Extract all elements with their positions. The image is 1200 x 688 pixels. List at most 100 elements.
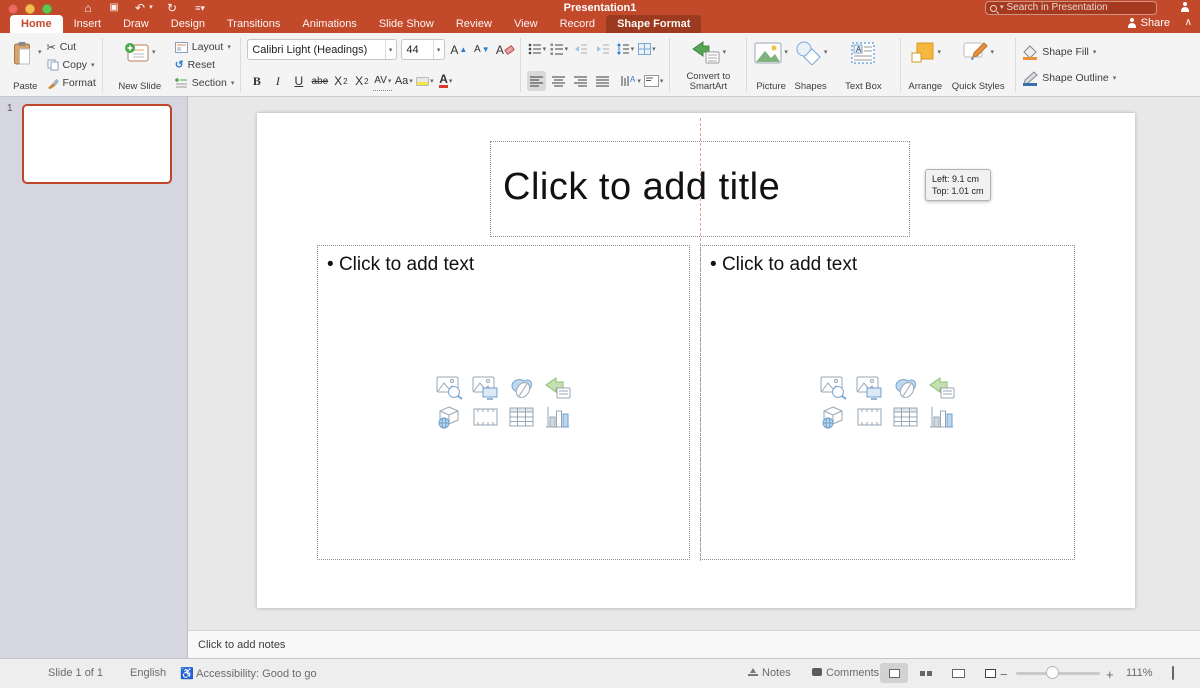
content-placeholder-right[interactable]: • Click to add text — [700, 245, 1075, 560]
bold-button[interactable]: B — [247, 71, 266, 91]
insert-video-icon[interactable] — [856, 405, 883, 429]
tab-insert[interactable]: Insert — [63, 15, 113, 33]
collapse-ribbon-icon[interactable]: ∧ — [1185, 17, 1192, 28]
shapes-button[interactable]: ▾ Shapes — [791, 36, 831, 94]
normal-view-button[interactable] — [880, 663, 908, 683]
tab-record[interactable]: Record — [549, 15, 606, 33]
superscript-button[interactable]: X2 — [331, 71, 350, 91]
columns-button[interactable]: ▾ — [637, 39, 656, 59]
tab-animations[interactable]: Animations — [291, 15, 367, 33]
picture-caret-icon: ▾ — [784, 48, 788, 58]
layout-button[interactable]: Layout▾ — [175, 38, 235, 56]
stock-image-icon[interactable] — [436, 376, 463, 400]
increase-indent-button[interactable] — [593, 39, 612, 59]
align-right-button[interactable] — [571, 71, 590, 91]
picture-from-device-icon[interactable] — [472, 376, 499, 400]
fit-slide-to-window-button[interactable] — [1172, 667, 1174, 679]
numbering-button[interactable]: ▾ — [549, 39, 568, 59]
format-painter-button[interactable]: Format — [47, 74, 96, 92]
zoom-slider-thumb[interactable] — [1046, 666, 1059, 679]
slide-thumbnail-1[interactable] — [22, 104, 172, 184]
section-button[interactable]: Section▾ — [175, 74, 235, 92]
tab-draw[interactable]: Draw — [112, 15, 160, 33]
tab-view[interactable]: View — [503, 15, 549, 33]
tab-design[interactable]: Design — [160, 15, 216, 33]
convert-to-smartart-button[interactable]: ▾ Convert to SmartArt — [674, 36, 742, 94]
tab-transitions[interactable]: Transitions — [216, 15, 291, 33]
copy-button[interactable]: Copy▾ — [47, 56, 96, 74]
zoom-level-label[interactable]: 111% — [1126, 667, 1153, 679]
quick-styles-button[interactable]: ▾ Quick Styles — [945, 36, 1011, 94]
notes-pane[interactable]: Click to add notes — [188, 630, 1200, 658]
picture-button[interactable]: ▾ Picture — [751, 36, 791, 94]
insert-3d-model-icon[interactable] — [820, 405, 847, 429]
reset-button[interactable]: ↺Reset — [175, 56, 235, 74]
character-spacing-button[interactable]: AV▾ — [373, 71, 392, 91]
insert-icons-icon[interactable] — [892, 376, 919, 400]
font-size-select[interactable]: 44▾ — [401, 39, 445, 60]
tab-slide-show[interactable]: Slide Show — [368, 15, 445, 33]
content-placeholder-text: • Click to add text — [701, 246, 1074, 276]
insert-chart-icon[interactable] — [544, 405, 571, 429]
align-right-icon — [574, 76, 587, 87]
shrink-font-button[interactable]: A▼ — [472, 40, 491, 60]
search-icon — [990, 5, 997, 12]
shape-fill-button[interactable]: Shape Fill▾ — [1022, 43, 1116, 61]
underline-button[interactable]: U — [289, 71, 308, 91]
accessibility-status[interactable]: ♿ Accessibility: Good to go — [180, 667, 317, 680]
share-button[interactable]: Share — [1127, 17, 1170, 29]
align-text-button[interactable]: ▾ — [644, 71, 664, 91]
align-center-button[interactable] — [549, 71, 568, 91]
bullets-button[interactable]: ▾ — [527, 39, 546, 59]
align-left-button[interactable] — [527, 71, 546, 91]
clear-formatting-button[interactable]: A — [495, 40, 514, 60]
tab-shape-format[interactable]: Shape Format — [606, 15, 701, 33]
comments-toggle-button[interactable]: Comments — [812, 667, 879, 679]
line-spacing-button[interactable]: ▾ — [615, 39, 634, 59]
insert-3d-model-icon[interactable] — [436, 405, 463, 429]
grow-font-button[interactable]: A▲ — [449, 40, 468, 60]
insert-icons-icon[interactable] — [508, 376, 535, 400]
content-placeholder-left[interactable]: • Click to add text — [317, 245, 690, 560]
stock-image-icon[interactable] — [820, 376, 847, 400]
align-text-icon — [644, 75, 659, 87]
insert-table-icon[interactable] — [508, 405, 535, 429]
content-insert-icons — [318, 376, 689, 429]
paste-button[interactable]: ▾ Paste — [6, 36, 45, 94]
shape-outline-button[interactable]: Shape Outline▾ — [1022, 69, 1116, 87]
picture-from-device-icon[interactable] — [856, 376, 883, 400]
justify-button[interactable] — [593, 71, 612, 91]
insert-table-icon[interactable] — [892, 405, 919, 429]
decrease-indent-button[interactable] — [571, 39, 590, 59]
strikethrough-button[interactable]: abe — [310, 71, 329, 91]
tab-review[interactable]: Review — [445, 15, 503, 33]
title-placeholder[interactable]: Click to add title — [490, 141, 910, 237]
insert-chart-icon[interactable] — [928, 405, 955, 429]
shape-outline-caret-icon: ▾ — [1113, 74, 1117, 82]
arrange-button[interactable]: ▾ Arrange — [905, 36, 945, 94]
text-box-button[interactable]: A Text Box — [830, 36, 896, 94]
cut-button[interactable]: ✂Cut — [47, 38, 96, 56]
language-button[interactable]: English — [130, 667, 166, 679]
text-highlight-button[interactable]: ▾ — [415, 71, 434, 91]
new-slide-button[interactable]: ▾ New Slide — [107, 36, 173, 94]
reading-view-button[interactable] — [944, 663, 972, 683]
insert-video-icon[interactable] — [472, 405, 499, 429]
slide-sorter-view-button[interactable] — [912, 663, 940, 683]
font-family-select[interactable]: Calibri Light (Headings)▾ — [247, 39, 397, 60]
insert-smartart-icon[interactable] — [544, 376, 571, 400]
tab-home[interactable]: Home — [10, 15, 63, 33]
italic-button[interactable]: I — [268, 71, 287, 91]
slide-canvas[interactable]: Click to add title Left: 9.1 cm Top: 1.0… — [257, 113, 1135, 608]
text-direction-button[interactable]: A▾ — [621, 71, 641, 91]
change-case-button[interactable]: Aa▾ — [394, 71, 413, 91]
search-input[interactable]: ▾ Search in Presentation — [985, 1, 1157, 15]
reset-icon: ↺ — [175, 59, 184, 71]
subscript-button[interactable]: X2 — [352, 71, 371, 91]
shape-fill-caret-icon: ▾ — [1093, 48, 1097, 56]
fit-to-window-icon — [1172, 666, 1174, 680]
insert-smartart-icon[interactable] — [928, 376, 955, 400]
notes-toggle-button[interactable]: Notes — [748, 667, 791, 679]
ribbon: ▾ Paste ✂Cut Copy▾ Format ▾ New Slide La… — [0, 33, 1200, 97]
font-color-button[interactable]: A▾ — [436, 71, 455, 91]
